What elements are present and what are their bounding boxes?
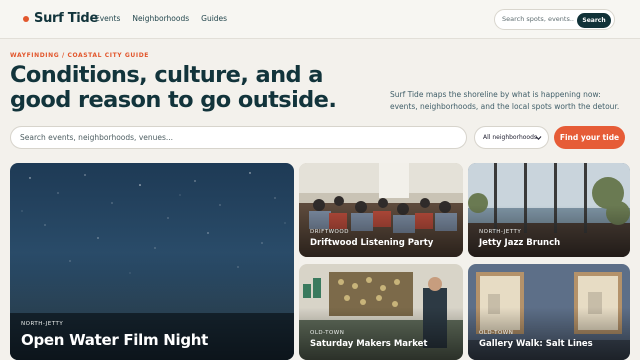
card-neighborhood-tag: NORTH-JETTY [479, 229, 522, 235]
card-neighborhood-tag: DRIFTWOOD [310, 229, 349, 235]
main-search [10, 126, 467, 149]
brand-dot-icon [23, 15, 29, 22]
brand-logo[interactable]: Surf Tide [23, 11, 98, 26]
top-bar: Surf Tide Events Neighborhoods Guides Se… [0, 0, 640, 39]
event-card-driftwood-listening-party[interactable]: DRIFTWOOD Driftwood Listening Party [299, 163, 463, 257]
nav-link-neighborhoods[interactable]: Neighborhoods [132, 14, 189, 23]
main-nav: Events Neighborhoods Guides [95, 14, 227, 23]
event-card-gallery-walk-salt-lines[interactable]: OLD-TOWN Gallery Walk: Salt Lines [468, 264, 630, 360]
header-search-button[interactable]: Search [577, 12, 611, 28]
card-neighborhood-tag: NORTH-JETTY [21, 321, 64, 327]
card-title: Saturday Makers Market [310, 339, 428, 349]
card-title: Driftwood Listening Party [310, 238, 434, 248]
hero-description: Surf Tide maps the shoreline by what is … [390, 90, 620, 111]
main-search-input[interactable] [20, 133, 440, 142]
neighborhood-select-value: All neighborhoods [483, 134, 538, 141]
card-title: Gallery Walk: Salt Lines [479, 339, 593, 349]
nav-link-guides[interactable]: Guides [201, 14, 227, 23]
neighborhood-select[interactable]: All neighborhoods [474, 126, 549, 149]
event-card-open-water-film-night[interactable]: NORTH-JETTY Open Water Film Night [10, 163, 294, 360]
find-your-tide-button[interactable]: Find your tide [554, 126, 625, 149]
header-search: Search [494, 9, 615, 30]
event-card-saturday-makers-market[interactable]: OLD-TOWN Saturday Makers Market [299, 264, 463, 360]
chevron-down-icon [535, 136, 542, 141]
card-neighborhood-tag: OLD-TOWN [310, 330, 345, 336]
hero-eyebrow: WAYFINDING / COASTAL CITY GUIDE [10, 52, 150, 59]
nav-link-events[interactable]: Events [95, 14, 120, 23]
hero-headline: Conditions, culture, and a good reason t… [10, 62, 337, 113]
card-title: Open Water Film Night [21, 331, 209, 349]
event-card-jetty-jazz-brunch[interactable]: NORTH-JETTY Jetty Jazz Brunch [468, 163, 630, 257]
header-search-input[interactable] [502, 15, 574, 23]
card-title: Jetty Jazz Brunch [479, 238, 561, 248]
brand-name: Surf Tide [34, 11, 98, 26]
card-neighborhood-tag: OLD-TOWN [479, 330, 514, 336]
